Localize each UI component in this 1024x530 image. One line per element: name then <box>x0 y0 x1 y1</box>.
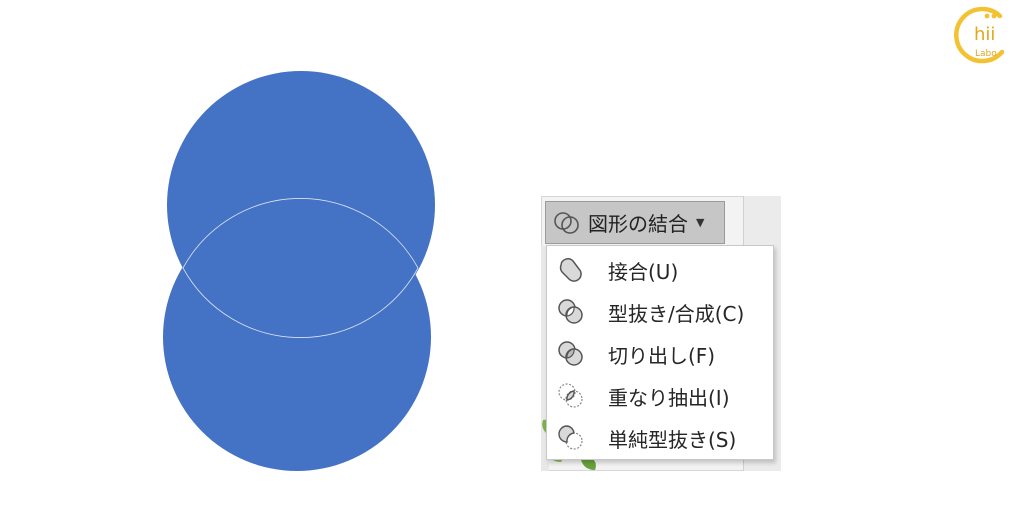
menu-item-label: 重なり抽出(I) <box>608 385 730 410</box>
logo-sub-text: Labo <box>975 49 997 59</box>
menu-item-label: 型抜き/合成(C) <box>608 301 745 326</box>
logo-dot-icon <box>984 13 990 19</box>
merge-shapes-menu: 接合(U) 型抜き/合成(C) 切り出し(F) 重なり抽出(I) 単純型抜き(S… <box>546 245 774 460</box>
chii-labo-logo: hii Labo <box>954 6 1005 64</box>
union-icon <box>559 258 582 282</box>
menu-item-label: 接合(U) <box>608 259 679 284</box>
menu-item-combine[interactable]: 型抜き/合成(C) <box>547 292 773 332</box>
lower-circle-shape[interactable] <box>163 203 431 471</box>
menu-item-subtract[interactable]: 単純型抜き(S) <box>547 418 773 458</box>
menu-item-union[interactable]: 接合(U) <box>547 250 773 290</box>
menu-item-intersect[interactable]: 重なり抽出(I) <box>547 376 773 416</box>
dropdown-caret-icon: ▼ <box>696 216 705 229</box>
intersect-icon <box>558 383 583 408</box>
merge-shapes-button[interactable]: 図形の結合 ▼ <box>545 201 725 244</box>
combine-icon <box>558 299 583 324</box>
fragment-icon <box>558 341 583 366</box>
merge-shapes-label: 図形の結合 <box>588 212 688 236</box>
merge-shapes-icon <box>554 211 579 234</box>
menu-item-fragment[interactable]: 切り出し(F) <box>547 334 773 374</box>
subtract-icon <box>558 425 583 450</box>
logo-main-text: hii <box>974 24 995 45</box>
logo-dot-icon <box>991 13 997 19</box>
slide-canvas <box>163 71 435 471</box>
menu-item-label: 切り出し(F) <box>608 343 716 368</box>
menu-item-label: 単純型抜き(S) <box>608 427 737 452</box>
